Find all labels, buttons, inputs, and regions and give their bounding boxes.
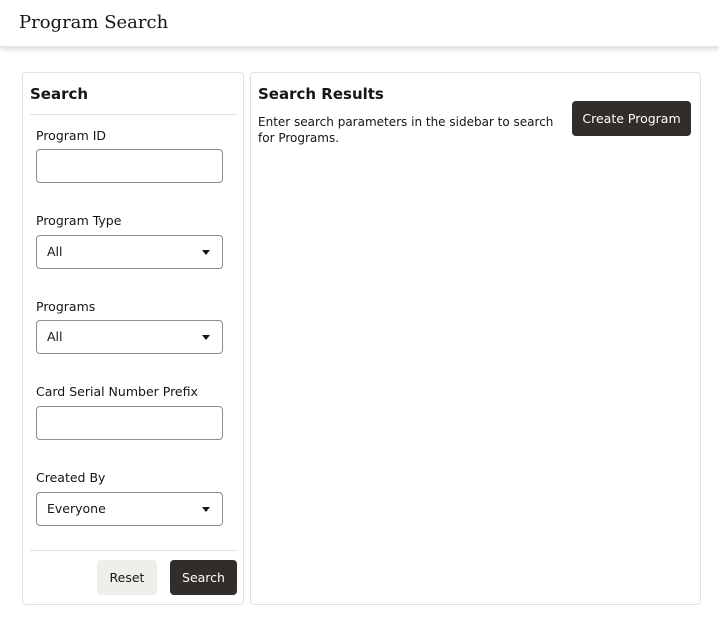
created-by-select[interactable]: Everyone	[36, 492, 223, 526]
search-button[interactable]: Search	[170, 560, 237, 595]
caret-down-icon	[202, 250, 210, 255]
search-results-panel: Search Results Enter search parameters i…	[250, 72, 701, 605]
page-title: Program Search	[19, 12, 169, 33]
programs-label: Programs	[36, 299, 96, 314]
created-by-label: Created By	[36, 470, 106, 485]
program-type-value: All	[47, 244, 63, 259]
program-id-label: Program ID	[36, 128, 107, 143]
reset-button[interactable]: Reset	[97, 560, 157, 595]
card-serial-prefix-label: Card Serial Number Prefix	[36, 384, 198, 399]
caret-down-icon	[202, 335, 210, 340]
sidebar-title: Search	[30, 85, 89, 103]
results-title: Search Results	[258, 85, 384, 103]
results-hint: Enter search parameters in the sidebar t…	[258, 115, 554, 145]
card-serial-prefix-input[interactable]	[36, 406, 223, 440]
program-type-label: Program Type	[36, 213, 122, 228]
program-type-select[interactable]: All	[36, 235, 223, 269]
sidebar-divider-top	[30, 114, 237, 115]
create-program-button[interactable]: Create Program	[572, 101, 691, 136]
page-header: Program Search	[0, 0, 719, 47]
programs-select[interactable]: All	[36, 320, 223, 354]
program-id-input[interactable]	[36, 149, 223, 183]
programs-value: All	[47, 329, 63, 344]
search-sidebar: Search Program ID Program Type All Progr…	[22, 72, 244, 605]
caret-down-icon	[202, 507, 210, 512]
sidebar-divider-bottom	[30, 550, 237, 551]
created-by-value: Everyone	[47, 501, 106, 516]
